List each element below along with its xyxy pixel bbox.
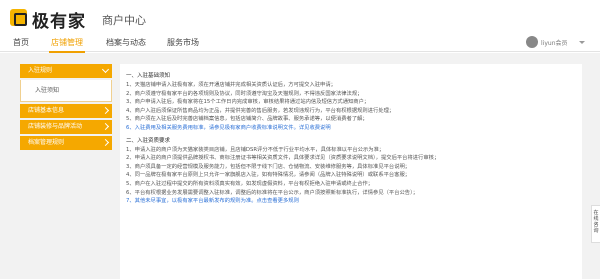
- rule-line: 1、天猫店铺申请入驻极有家，须在开通店铺并完成相关资质认证后，方可提交入驻申请；: [126, 82, 336, 88]
- rule-line: 6、平台有权根据业务发展需要调整入驻标准，调整后的标准将在平台公示，商户须按照新…: [126, 189, 419, 196]
- sidebar-item-label: 店铺装修与品牌活动: [28, 123, 83, 130]
- section-title: 二、入驻资质要求: [126, 137, 171, 144]
- rule-line-link[interactable]: 7、其他未尽事宜，以极有家平台最新发布的规则为准。点击查看更多规则: [126, 197, 576, 206]
- chevron-right-icon: [101, 106, 110, 115]
- sidebar: 入驻规则 入驻须知 店铺基本信息 店铺装修与品牌活动 档案管理规则: [20, 64, 112, 152]
- avatar[interactable]: [526, 36, 538, 48]
- sidebar-item-label: 入驻规则: [28, 67, 53, 74]
- chevron-down-icon[interactable]: [579, 41, 585, 44]
- rule-line: 2、商户须遵守极有家平台的各项规则及协议，同时须遵守淘宝及天猫规则，不得违反国家…: [126, 90, 363, 97]
- nav-home[interactable]: 首页: [13, 37, 29, 48]
- rule-line: 4、商户入驻后须保证所售商品均为正品，并提供完善的售后服务，若发现违规行为，平台…: [126, 107, 395, 114]
- sidebar-item-store-info[interactable]: 店铺基本信息: [20, 104, 112, 118]
- brand-name[interactable]: 极有家: [32, 7, 86, 32]
- rules-content: 一、入驻基础须知 1、天猫店铺申请入驻极有家，须在开通店铺并完成相关资质认证后，…: [120, 64, 582, 279]
- chevron-down-icon: [101, 65, 110, 74]
- rule-line: 2、申请入驻的商户须提供品牌授权书、商标注册证书等相关资质文件，具体要求详见（资…: [126, 155, 440, 162]
- sidebar-item-label: 店铺基本信息: [28, 107, 65, 114]
- nav-service-market[interactable]: 服务市场: [167, 37, 199, 48]
- rule-line: 3、商户申请入驻后，极有家将在15个工作日内完成审核，审核结果将通过站内信及短信…: [126, 99, 370, 106]
- sidebar-item-profile-rules[interactable]: 档案管理规则: [20, 136, 112, 150]
- rule-line: 3、商户须具备一定的经营规模及服务能力，包括但不限于线下门店、仓储物流、安装维修…: [126, 163, 411, 170]
- top-nav: 首页 店铺管理 档案与动态 服务市场: [0, 34, 600, 53]
- rule-line: 5、商户须在入驻后及时完善店铺档案信息，包括店铺简介、品牌故事、服务承诺等，以便…: [126, 116, 368, 123]
- rule-line: 4、同一品牌在极有家平台原则上只允许一家旗舰店入驻，如有特殊情况，请参阅（品牌入…: [126, 172, 411, 179]
- chevron-right-icon: [101, 138, 110, 147]
- sidebar-subitem-entry-notice[interactable]: 入驻须知: [20, 80, 112, 102]
- online-consult-tab[interactable]: 在线咨询: [591, 205, 600, 243]
- rule-line: 5、商户在入驻过程中提交的所有资料须真实有效，如发现虚假资料，平台有权拒绝入驻申…: [126, 180, 374, 187]
- nav-profile-dynamics[interactable]: 档案与动态: [106, 37, 146, 48]
- header: 极有家 商户中心: [0, 0, 600, 34]
- sidebar-item-store-decoration[interactable]: 店铺装修与品牌活动: [20, 120, 112, 134]
- sidebar-item-entry-rules[interactable]: 入驻规则: [20, 64, 112, 78]
- nav-store-management[interactable]: 店铺管理: [49, 37, 85, 53]
- user-name[interactable]: liyun会员: [541, 38, 568, 47]
- chevron-right-icon: [101, 122, 110, 131]
- page-body: 入驻规则 入驻须知 店铺基本信息 店铺装修与品牌活动 档案管理规则 一、入驻基础…: [0, 53, 600, 279]
- rule-line: 1、申请入驻的商户须为天猫家装类目店铺，且店铺DSR评分不低于行业平均水平，具体…: [126, 146, 385, 153]
- brand-subtitle: 商户中心: [102, 14, 146, 27]
- logo-icon[interactable]: [10, 9, 27, 26]
- section-title: 一、入驻基础须知: [126, 73, 171, 79]
- sidebar-subitem-label: 入驻须知: [35, 87, 60, 94]
- rule-line-link[interactable]: 6、入驻费用及相关服务费用标准，请参见极有家商户收费标准说明文件。详见收费说明: [126, 124, 576, 133]
- sidebar-item-label: 档案管理规则: [28, 139, 65, 146]
